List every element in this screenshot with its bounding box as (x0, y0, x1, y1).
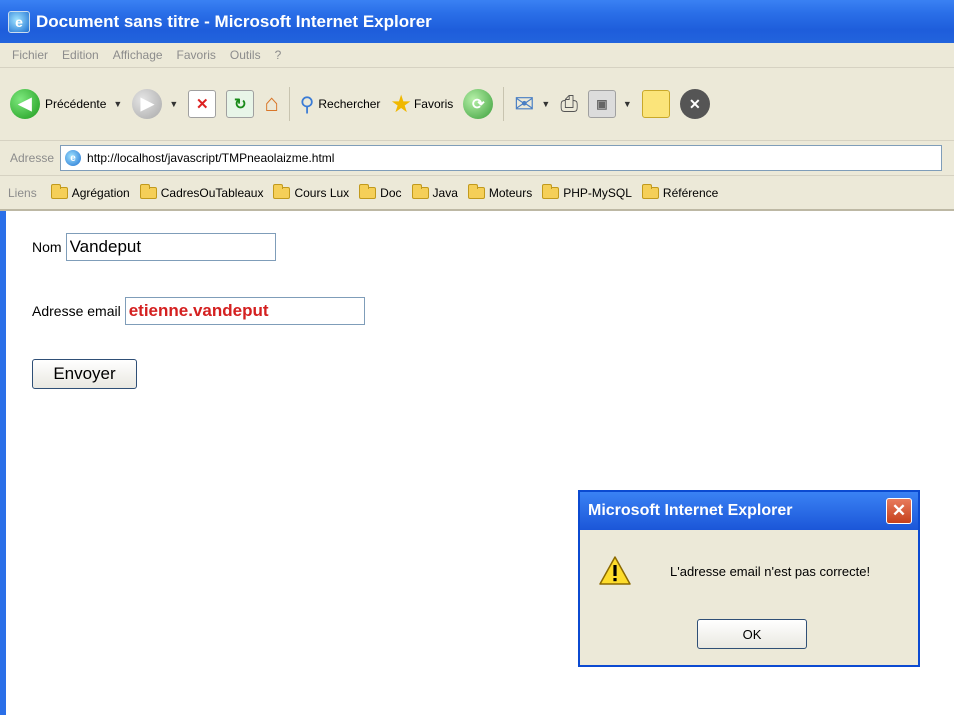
menu-fichier[interactable]: Fichier (12, 48, 48, 62)
link-label: PHP-MySQL (563, 185, 632, 200)
email-input[interactable] (124, 297, 365, 325)
link-reference[interactable]: Référence (641, 183, 719, 200)
toolbar-separator-2 (503, 87, 505, 121)
link-label: Java (432, 185, 458, 200)
menu-outils[interactable]: Outils (230, 48, 261, 62)
stop-button[interactable]: ✕ (188, 90, 217, 118)
alert-dialog: Microsoft Internet Explorer ✕ L'adresse … (578, 490, 920, 667)
dialog-titlebar: Microsoft Internet Explorer (580, 492, 918, 530)
links-label: Liens (8, 185, 37, 200)
home-button[interactable]: ⌂ (264, 90, 279, 118)
note-icon (641, 90, 670, 118)
link-doc[interactable]: Doc (359, 183, 402, 200)
search-label: Rechercher (318, 97, 381, 111)
favorites-button[interactable]: ★ Favoris (390, 90, 453, 119)
ok-button[interactable]: OK (697, 619, 807, 649)
address-bar: Adresse e http://localhost/javascript/TM… (0, 141, 954, 176)
folder-icon (467, 183, 485, 199)
history-icon: ⟳ (463, 89, 494, 119)
messenger-button[interactable]: ✕ (679, 89, 710, 119)
link-agregation[interactable]: Agrégation (50, 183, 130, 200)
link-php-mysql[interactable]: PHP-MySQL (542, 183, 632, 200)
menu-bar: Fichier Edition Affichage Favoris Outils… (0, 43, 954, 68)
forward-dropdown-icon[interactable]: ▼ (169, 99, 178, 109)
name-label: Nom (32, 239, 62, 255)
folder-icon (542, 183, 560, 199)
folder-icon (411, 183, 429, 199)
print-button[interactable]: ⎙ (560, 91, 578, 117)
name-row: Nom (32, 233, 276, 261)
folder-icon (273, 183, 291, 199)
notes-button[interactable] (641, 90, 670, 118)
folder-icon (50, 183, 68, 199)
link-cadresoutableaux[interactable]: CadresOuTableaux (139, 183, 264, 200)
ie-icon: e (8, 10, 30, 33)
window-title: Document sans titre - Microsoft Internet… (36, 11, 432, 31)
link-label: Agrégation (71, 185, 130, 200)
edit-icon: ▣ (587, 90, 616, 118)
link-label: Référence (662, 185, 719, 200)
address-url: http://localhost/javascript/TMPneaolaizm… (87, 151, 335, 165)
page-icon: e (65, 150, 82, 166)
menu-edition[interactable]: Edition (62, 48, 99, 62)
window-titlebar: e Document sans titre - Microsoft Intern… (0, 0, 954, 43)
folder-icon (641, 183, 659, 199)
menu-affichage[interactable]: Affichage (113, 48, 163, 62)
mail-icon: ✉ (514, 90, 535, 118)
link-java[interactable]: Java (411, 183, 458, 200)
history-button[interactable]: ⟳ (463, 89, 494, 119)
toolbar: ◀ Précédente ▼ ▶ ▼ ✕ ↻ ⌂ ⚲ Rechercher ★ … (0, 68, 954, 141)
forward-arrow-icon: ▶ (132, 89, 163, 119)
address-label: Adresse (10, 151, 55, 165)
refresh-icon: ↻ (226, 90, 255, 118)
name-input[interactable] (65, 233, 276, 261)
edit-button[interactable]: ▣ ▼ (587, 90, 632, 118)
email-row: Adresse email (32, 297, 365, 325)
forward-button[interactable]: ▶ ▼ (132, 89, 178, 119)
link-cours-lux[interactable]: Cours Lux (273, 183, 350, 200)
email-label: Adresse email (32, 303, 121, 319)
back-arrow-icon: ◀ (10, 89, 40, 119)
dialog-close-button[interactable]: ✕ (886, 498, 912, 524)
link-label: Moteurs (488, 185, 533, 200)
refresh-button[interactable]: ↻ (226, 90, 255, 118)
link-label: Cours Lux (294, 185, 350, 200)
warning-icon (599, 556, 631, 585)
menu-help[interactable]: ? (275, 48, 282, 62)
back-button[interactable]: ◀ Précédente ▼ (10, 89, 122, 119)
back-label: Précédente (45, 97, 107, 111)
links-bar: Liens Agrégation CadresOuTableaux Cours … (0, 176, 954, 211)
home-icon: ⌂ (264, 90, 279, 117)
address-input[interactable]: e http://localhost/javascript/TMPneaolai… (60, 145, 943, 171)
dialog-title: Microsoft Internet Explorer (588, 502, 793, 519)
link-moteurs[interactable]: Moteurs (467, 183, 533, 200)
folder-icon (139, 183, 157, 199)
submit-button[interactable]: Envoyer (32, 359, 137, 389)
printer-icon: ⎙ (560, 91, 578, 116)
link-label: Doc (380, 185, 402, 200)
search-button[interactable]: ⚲ Rechercher (300, 92, 381, 117)
toolbar-separator (288, 87, 290, 121)
mail-dropdown-icon[interactable]: ▼ (541, 99, 550, 109)
mail-button[interactable]: ✉ ▼ (514, 90, 550, 119)
link-label: CadresOuTableaux (160, 185, 264, 200)
edit-dropdown-icon[interactable]: ▼ (623, 99, 632, 109)
search-icon: ⚲ (299, 93, 315, 116)
folder-icon (359, 183, 377, 199)
menu-favoris[interactable]: Favoris (177, 48, 216, 62)
dialog-message: L'adresse email n'est pas correcte! (670, 564, 871, 579)
back-dropdown-icon[interactable]: ▼ (113, 99, 122, 109)
close-circle-icon: ✕ (679, 89, 710, 119)
stop-icon: ✕ (188, 90, 217, 118)
star-icon: ★ (390, 90, 412, 118)
favorites-label: Favoris (413, 97, 454, 111)
